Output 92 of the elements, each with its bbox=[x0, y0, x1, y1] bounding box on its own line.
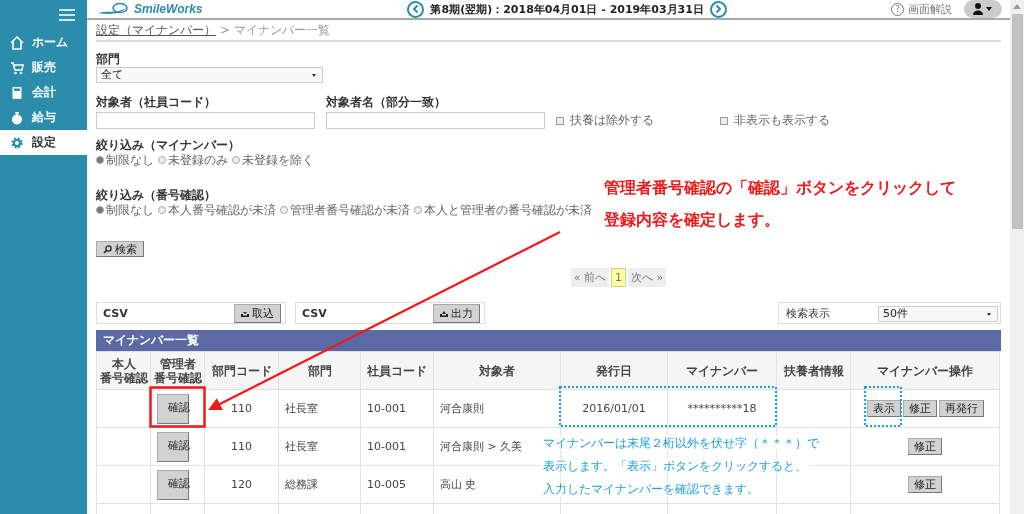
table-cell: 社長室 bbox=[278, 427, 361, 466]
radio-option[interactable]: 制限なし bbox=[96, 203, 154, 217]
scrollbar-thumb[interactable] bbox=[1011, 14, 1023, 229]
column-header: マイナンバー操作 bbox=[877, 363, 973, 378]
logo[interactable]: SmileWorks bbox=[98, 2, 203, 16]
input-field[interactable] bbox=[326, 112, 545, 129]
table-cell: **********18 bbox=[667, 389, 777, 428]
table-cell: 110 bbox=[204, 389, 279, 428]
search-button[interactable]: 検索 bbox=[96, 241, 144, 257]
table-cell: 10-005 bbox=[360, 465, 434, 504]
export-button[interactable]: 出力 bbox=[433, 303, 480, 323]
import-button[interactable]: 取込 bbox=[234, 303, 281, 323]
chevron-left-icon bbox=[411, 4, 421, 14]
filter-label: 絞り込み（マイナンバー） bbox=[96, 138, 240, 152]
sidebar-item[interactable]: 販売 bbox=[0, 55, 87, 80]
tray-icon bbox=[241, 309, 249, 317]
action-button[interactable]: 修正 bbox=[908, 476, 942, 493]
column-header: 扶養者情報 bbox=[783, 363, 844, 378]
sidebar-item[interactable]: ホーム bbox=[0, 30, 87, 55]
page-button[interactable]: 1 bbox=[611, 268, 626, 287]
radio-option[interactable]: 制限なし bbox=[96, 153, 154, 167]
column-header: 本人 bbox=[111, 356, 136, 371]
column-header: 対象者 bbox=[479, 363, 515, 378]
filter-label: 絞り込み（番号確認） bbox=[96, 188, 216, 202]
breadcrumb-separator: > bbox=[220, 23, 231, 37]
column-header: 番号確認 bbox=[99, 370, 148, 385]
department-select[interactable]: 全て bbox=[96, 67, 323, 83]
breadcrumb-current: マイナンバー一覧 bbox=[234, 21, 331, 39]
confirm-button[interactable]: 確認 bbox=[157, 431, 189, 462]
action-button[interactable]: 修正 bbox=[908, 438, 942, 455]
field-label: 部門 bbox=[96, 52, 120, 66]
previous-period-button[interactable] bbox=[407, 0, 425, 18]
breadcrumb-link[interactable]: 設定（マイナンバー） bbox=[96, 21, 216, 39]
action-button[interactable]: 表示 bbox=[866, 400, 901, 417]
cart-icon bbox=[10, 60, 24, 75]
annotation-text: 管理者番号確認の「確認」ボタンをクリックして 登録内容を確定します。 bbox=[604, 177, 956, 231]
radio-option[interactable]: 未登録のみ bbox=[158, 153, 228, 167]
user-menu-button[interactable] bbox=[964, 0, 1002, 18]
csv-label: CSV bbox=[302, 306, 327, 320]
page-button[interactable]: « 前へ bbox=[570, 268, 609, 287]
action-button[interactable]: 再発行 bbox=[938, 400, 984, 417]
table-cell: 120 bbox=[204, 465, 279, 504]
table-cell: 110 bbox=[204, 427, 279, 466]
sidebar-item[interactable]: 給与 bbox=[0, 105, 87, 130]
radio-option[interactable]: 本人と管理者の番号確認が未済 bbox=[414, 203, 592, 217]
field-label: 対象者（社員コード） bbox=[96, 95, 216, 109]
radio-option[interactable]: 未登録を除く bbox=[232, 153, 314, 167]
tray-icon bbox=[440, 309, 448, 317]
field-label: 対象者名（部分一致） bbox=[326, 95, 446, 109]
table-cell: 10-001 bbox=[360, 427, 434, 466]
money-bag-icon bbox=[10, 110, 24, 125]
column-header: 管理者 bbox=[159, 356, 196, 371]
radio-option[interactable]: 管理者番号確認が未済 bbox=[280, 203, 410, 217]
table-cell: 社長室 bbox=[278, 389, 361, 428]
checkbox[interactable]: 扶養は除外する bbox=[556, 112, 654, 129]
sidebar-item[interactable]: 会計 bbox=[0, 80, 87, 105]
column-header: マイナンバー bbox=[686, 363, 758, 378]
next-period-button[interactable] bbox=[709, 0, 727, 18]
column-header: 社員コード bbox=[367, 363, 427, 378]
table-title: マイナンバー一覧 bbox=[103, 332, 199, 349]
scroll-up-icon[interactable] bbox=[1013, 4, 1021, 9]
column-header: 発行日 bbox=[596, 363, 632, 378]
annotation-text: マイナンバーは末尾２桁以外を伏せ字（＊＊＊）で 表示します。「表示」ボタンをクリックすると、 入力したマイナンバーを確認できます。 bbox=[540, 432, 822, 501]
settings-icon bbox=[10, 135, 24, 150]
highlight-frame bbox=[149, 386, 206, 428]
display-count-select[interactable]: 50件 bbox=[878, 305, 998, 322]
column-header: 番号確認 bbox=[153, 370, 202, 385]
table-cell: 総務課 bbox=[278, 465, 361, 504]
sidebar-item[interactable]: 設定 bbox=[0, 130, 87, 155]
user-icon bbox=[973, 3, 993, 15]
column-header: 部門 bbox=[307, 363, 332, 378]
table-cell: 10-001 bbox=[360, 389, 434, 428]
chevron-right-icon bbox=[713, 4, 724, 14]
display-count-label: 検索表示 bbox=[786, 305, 830, 321]
page-button[interactable]: 次へ » bbox=[628, 268, 667, 287]
action-button[interactable]: 修正 bbox=[902, 400, 937, 417]
fiscal-period: 第8期(翌期)：2018年04月01日 - 2019年03月31日 bbox=[430, 1, 704, 17]
search-icon bbox=[103, 244, 112, 254]
confirm-button[interactable]: 確認 bbox=[157, 469, 189, 500]
checkbox[interactable]: 非表示も表示する bbox=[720, 112, 830, 129]
menu-icon[interactable] bbox=[59, 9, 75, 21]
radio-option[interactable]: 本人番号確認が未済 bbox=[158, 203, 276, 217]
column-header: 部門コード bbox=[211, 363, 272, 378]
help-link[interactable]: 画面解説 bbox=[908, 1, 952, 17]
table-cell: 河合康則 bbox=[433, 389, 561, 428]
csv-label: CSV bbox=[103, 306, 128, 320]
home-icon bbox=[10, 35, 24, 50]
input-field[interactable] bbox=[96, 112, 315, 129]
table-cell: 2016/01/01 bbox=[560, 389, 668, 428]
highlight-frame bbox=[863, 385, 903, 428]
calculator-icon bbox=[10, 85, 24, 100]
confirm-button[interactable]: 確認 bbox=[157, 393, 189, 424]
